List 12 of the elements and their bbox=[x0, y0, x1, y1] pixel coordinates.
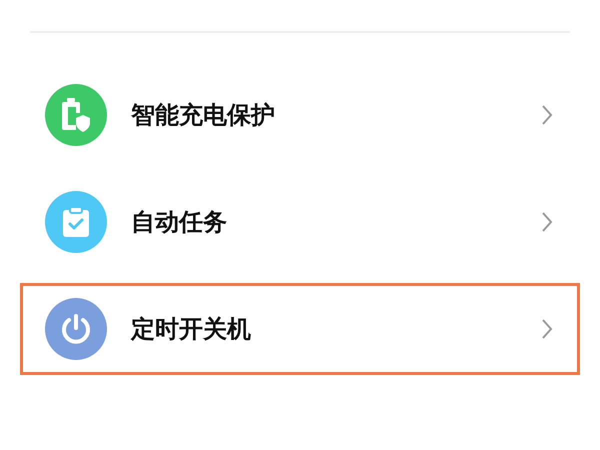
chevron-right-icon bbox=[541, 211, 553, 233]
chevron-right-icon bbox=[541, 104, 553, 126]
clipboard-check-icon bbox=[62, 206, 90, 238]
item-label: 定时开关机 bbox=[131, 314, 252, 345]
power-icon bbox=[60, 313, 92, 345]
battery-shield-icon bbox=[61, 98, 91, 132]
item-label: 自动任务 bbox=[131, 207, 228, 238]
chevron-right-icon bbox=[541, 318, 553, 340]
settings-item[interactable]: 智能充电保护 bbox=[20, 69, 580, 161]
settings-item[interactable]: 自动任务 bbox=[20, 176, 580, 268]
settings-item[interactable]: 定时开关机 bbox=[20, 283, 580, 375]
item-label: 智能充电保护 bbox=[131, 100, 276, 131]
